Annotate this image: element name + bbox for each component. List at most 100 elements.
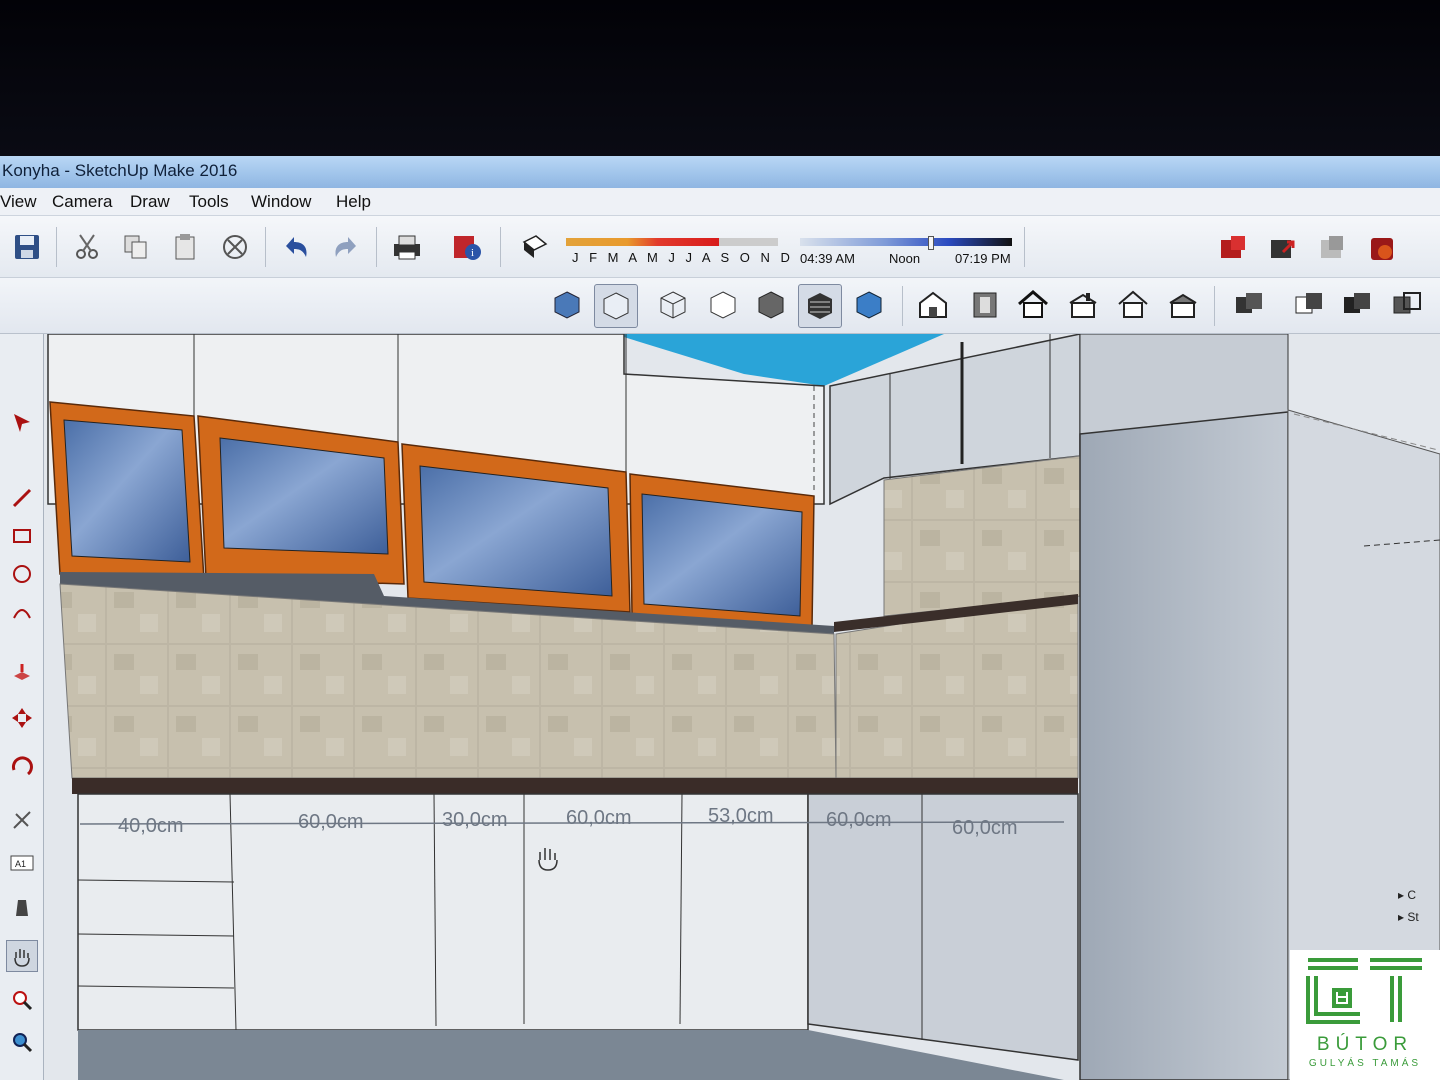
paste-icon[interactable]: [166, 228, 204, 266]
copy-icon[interactable]: [117, 228, 155, 266]
xray-icon[interactable]: [548, 286, 586, 324]
title-bar: Konyha - SketchUp Make 2016: [0, 156, 1440, 188]
back-edges-icon[interactable]: [594, 284, 638, 328]
3d-warehouse-icon[interactable]: [1214, 230, 1252, 268]
standard-toolbar: i J F M A M J J A S O N D 04:39 AM Noon …: [0, 216, 1440, 278]
front-view-icon[interactable]: [1014, 286, 1052, 324]
left-view-icon[interactable]: [1164, 286, 1202, 324]
redo-icon[interactable]: [327, 228, 365, 266]
time-slider[interactable]: [800, 236, 1012, 250]
shaded-icon[interactable]: [752, 286, 790, 324]
select-icon[interactable]: [6, 406, 38, 438]
toolbar-separator: [902, 286, 903, 326]
dimension-label: 30,0cm: [442, 809, 508, 831]
countertop: [72, 778, 1078, 794]
monochrome-icon[interactable]: [850, 286, 888, 324]
save-icon[interactable]: [8, 228, 46, 266]
move-icon[interactable]: [6, 702, 38, 734]
top-view-icon[interactable]: [966, 286, 1004, 324]
print-icon[interactable]: [388, 228, 426, 266]
zoom-icon[interactable]: [6, 984, 38, 1016]
toolbar-separator: [500, 227, 501, 267]
glass-cabinet-3: [401, 443, 631, 613]
share-model-icon[interactable]: [1264, 230, 1302, 268]
toolbar-separator: [1214, 286, 1215, 326]
dimension-label: 60,0cm: [952, 817, 1018, 839]
model-info-icon[interactable]: i: [448, 228, 486, 266]
backsplash-upper: [883, 455, 1081, 617]
menu-help[interactable]: Help: [336, 192, 371, 212]
default-tray-panel: ▸ C ▸ St: [1398, 880, 1440, 950]
tray-item[interactable]: ▸ C: [1398, 888, 1440, 902]
glass-cabinet-1: [49, 401, 205, 581]
dimension-label: 40,0cm: [118, 815, 184, 837]
glass-cabinet-2: [197, 415, 405, 585]
iso-view-icon[interactable]: [914, 286, 952, 324]
undo-icon[interactable]: [277, 228, 315, 266]
left-tools-palette: A1: [0, 334, 44, 1080]
svg-text:i: i: [471, 247, 474, 259]
time-end-label: 07:19 PM: [955, 251, 1011, 266]
cut-icon[interactable]: [68, 228, 106, 266]
svg-text:A1: A1: [15, 859, 26, 869]
dimension-label: 60,0cm: [826, 809, 892, 831]
window-title: Konyha - SketchUp Make 2016: [2, 161, 238, 180]
toolbar-separator: [1024, 227, 1025, 267]
shaded-textures-icon[interactable]: [798, 284, 842, 328]
month-slider[interactable]: [566, 236, 778, 250]
monitor-bezel: [0, 0, 1440, 158]
dimension-label: 53,0cm: [708, 805, 774, 827]
menu-tools[interactable]: Tools: [189, 192, 229, 212]
month-labels: J F M A M J J A S O N D: [572, 250, 793, 265]
dimension-label: 60,0cm: [566, 807, 632, 829]
logo-mark-icon: [1306, 958, 1422, 1024]
logo-owner: GULYÁS TAMÁS: [1308, 1058, 1422, 1069]
group-icon[interactable]: [1290, 286, 1328, 324]
push-pull-icon[interactable]: [6, 658, 38, 690]
outer-shell-icon[interactable]: [1388, 286, 1426, 324]
toolbar-separator: [265, 227, 266, 267]
glass-cabinet-4: [629, 473, 815, 629]
menu-camera[interactable]: Camera: [52, 192, 112, 212]
time-noon-label: Noon: [889, 251, 921, 266]
solid-tools-icon[interactable]: [1338, 286, 1376, 324]
paint-icon[interactable]: [6, 892, 38, 924]
right-view-icon[interactable]: [1064, 286, 1102, 324]
hidden-line-icon[interactable]: [704, 286, 742, 324]
dimension-label: 60,0cm: [298, 811, 364, 833]
time-slider-track: [800, 238, 1012, 246]
pan-icon[interactable]: [6, 940, 38, 972]
arc-icon[interactable]: [6, 596, 38, 628]
erase-icon[interactable]: [216, 228, 254, 266]
shadows-icon[interactable]: [516, 228, 554, 266]
extension-warehouse-icon[interactable]: [1364, 230, 1402, 268]
menu-window[interactable]: Window: [251, 192, 311, 212]
text-icon[interactable]: A1: [6, 848, 38, 880]
get-models-icon[interactable]: [1314, 230, 1352, 268]
time-slider-thumb[interactable]: [928, 236, 935, 250]
menu-view[interactable]: View: [0, 192, 37, 212]
screen: Konyha - SketchUp Make 2016 View Camera …: [0, 0, 1440, 1080]
model-viewport[interactable]: 40,0cm 60,0cm 30,0cm 60,0cm 53,0cm 60,0c…: [44, 334, 1440, 1080]
menu-bar: View Camera Draw Tools Window Help: [0, 188, 1440, 216]
watermark-logo: BÚTOR GULYÁS TAMÁS: [1290, 950, 1440, 1080]
time-start-label: 04:39 AM: [800, 251, 855, 266]
rectangle-icon[interactable]: [6, 520, 38, 552]
rotate-icon[interactable]: [6, 750, 38, 782]
lower-cabinets: [77, 793, 1079, 1080]
menu-draw[interactable]: Draw: [130, 192, 170, 212]
zoom-extents-icon[interactable]: [6, 1026, 38, 1058]
logo-name: BÚTOR: [1316, 1034, 1414, 1055]
circle-icon[interactable]: [6, 558, 38, 590]
views-styles-toolbar: [0, 278, 1440, 334]
toolbar-separator: [376, 227, 377, 267]
component-icon[interactable]: [1230, 286, 1268, 324]
month-slider-fill: [566, 238, 719, 246]
line-icon[interactable]: [6, 482, 38, 514]
back-view-icon[interactable]: [1114, 286, 1152, 324]
wireframe-icon[interactable]: [654, 286, 692, 324]
toolbar-separator: [56, 227, 57, 267]
tape-icon[interactable]: [6, 804, 38, 836]
tall-cabinet: [1079, 411, 1289, 1080]
tray-item[interactable]: ▸ St: [1398, 910, 1440, 924]
